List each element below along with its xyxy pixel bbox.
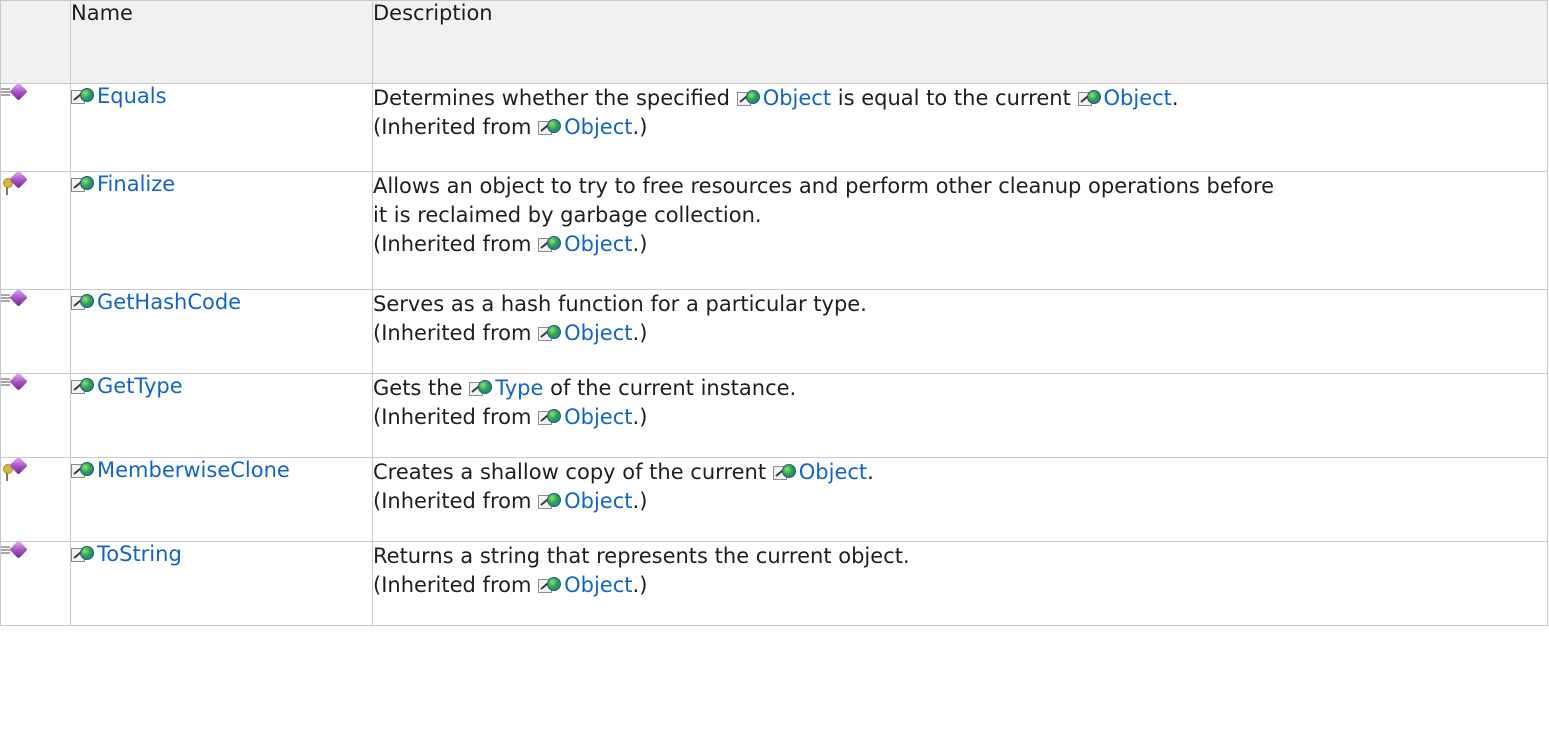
- member-description: Returns a string that represents the cur…: [372, 541, 1548, 626]
- inherited-note: (Inherited from Object.): [373, 115, 648, 139]
- member-description: Allows an object to try to free resource…: [372, 171, 1548, 290]
- members-table: Name Description Equals Determines wheth…: [0, 0, 1548, 626]
- member-description: Serves as a hash function for a particul…: [372, 289, 1548, 374]
- public-inherited-icon: [1077, 89, 1103, 107]
- member-link-memberwiseclone[interactable]: MemberwiseClone: [71, 458, 290, 482]
- public-inherited-icon: [71, 545, 96, 563]
- public-inherited-icon: [71, 87, 96, 105]
- public-inherited-icon: [469, 379, 494, 397]
- inherited-from-link[interactable]: Object: [538, 321, 633, 345]
- protected-method-icon: [1, 456, 29, 481]
- member-description: Gets the Type of the current instance. (…: [372, 373, 1548, 458]
- table-row: Finalize Allows an object to try to free…: [0, 170, 1548, 290]
- inherited-note: (Inherited from Object.): [373, 321, 648, 345]
- object-link[interactable]: Object: [736, 86, 831, 110]
- table-row: GetType Gets the Type of the current ins…: [0, 372, 1548, 458]
- public-inherited-icon: [538, 576, 563, 594]
- type-link[interactable]: Type: [469, 376, 543, 400]
- inherited-note: (Inherited from Object.): [373, 405, 648, 429]
- header-icon-column: [0, 0, 71, 84]
- inherited-from-link[interactable]: Object: [538, 405, 633, 429]
- object-link[interactable]: Object: [772, 460, 867, 484]
- member-link-equals[interactable]: Equals: [71, 84, 167, 108]
- public-inherited-icon: [772, 463, 798, 481]
- public-inherited-icon: [538, 324, 563, 342]
- protected-method-icon: [1, 170, 29, 195]
- member-description: Determines whether the specified Object …: [372, 83, 1548, 172]
- inherited-note: (Inherited from Object.): [373, 489, 648, 513]
- member-link-gethashcode[interactable]: GetHashCode: [71, 290, 241, 314]
- inherited-from-link[interactable]: Object: [538, 573, 633, 597]
- public-inherited-icon: [736, 89, 762, 107]
- public-inherited-icon: [538, 235, 563, 253]
- header-description: Description: [372, 0, 1548, 84]
- inherited-note: (Inherited from Object.): [373, 573, 648, 597]
- public-method-icon: [1, 540, 29, 562]
- public-inherited-icon: [538, 492, 563, 510]
- member-link-finalize[interactable]: Finalize: [71, 172, 175, 196]
- object-link[interactable]: Object: [1077, 86, 1172, 110]
- member-link-tostring[interactable]: ToString: [71, 542, 182, 566]
- member-description: Creates a shallow copy of the current Ob…: [372, 457, 1548, 542]
- inherited-from-link[interactable]: Object: [538, 115, 633, 139]
- inherited-from-link[interactable]: Object: [538, 232, 633, 256]
- public-inherited-icon: [538, 118, 563, 136]
- public-method-icon: [1, 372, 29, 394]
- public-inherited-icon: [71, 461, 96, 479]
- public-inherited-icon: [71, 377, 96, 395]
- table-row: Equals Determines whether the specified …: [0, 82, 1548, 172]
- public-inherited-icon: [538, 408, 563, 426]
- header-name: Name: [70, 0, 373, 84]
- header-row: Name Description: [0, 0, 1548, 84]
- inherited-note: (Inherited from Object.): [373, 232, 648, 256]
- table-row: MemberwiseClone Creates a shallow copy o…: [0, 456, 1548, 542]
- table-row: ToString Returns a string that represent…: [0, 540, 1548, 626]
- inherited-from-link[interactable]: Object: [538, 489, 633, 513]
- public-method-icon: [1, 288, 29, 310]
- public-inherited-icon: [71, 293, 96, 311]
- public-method-icon: [1, 82, 29, 104]
- public-inherited-icon: [71, 175, 96, 193]
- table-row: GetHashCode Serves as a hash function fo…: [0, 288, 1548, 374]
- member-link-gettype[interactable]: GetType: [71, 374, 183, 398]
